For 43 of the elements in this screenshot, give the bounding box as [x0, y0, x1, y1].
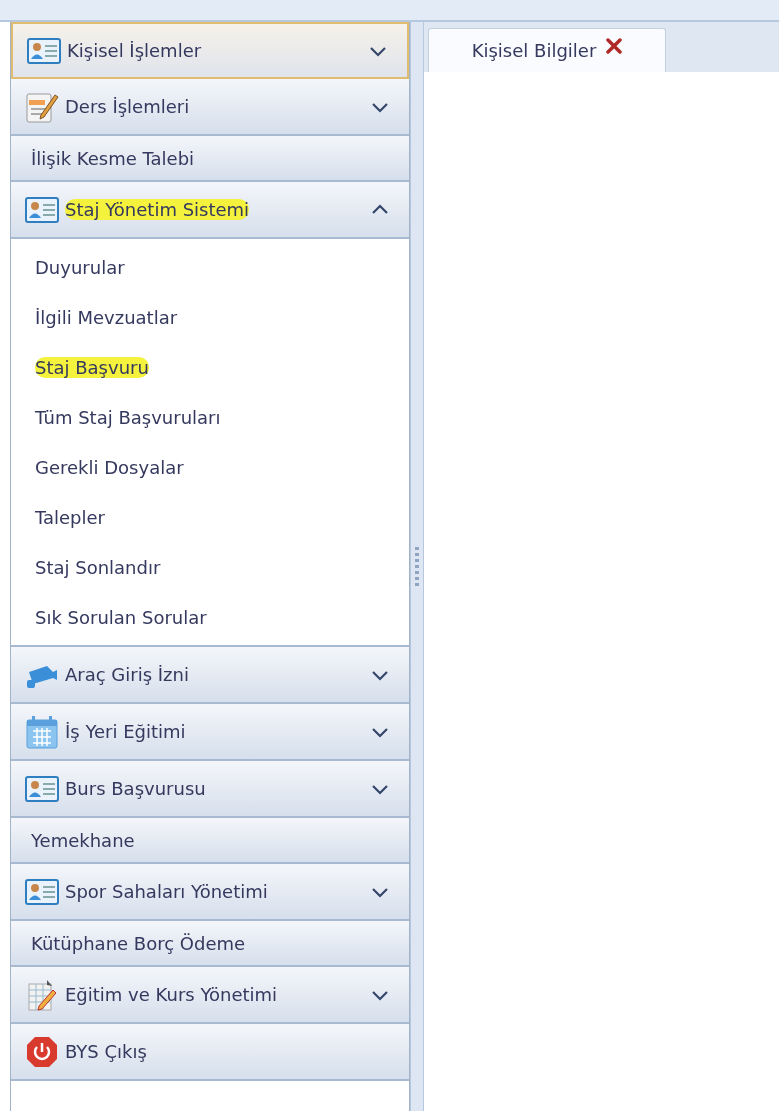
- menu-header-label: BYS Çıkış: [65, 1041, 147, 1062]
- menu-header[interactable]: Kişisel İşlemler: [11, 22, 409, 79]
- menu-header-label: Araç Giriş İzni: [65, 664, 189, 685]
- menu-header-label: Spor Sahaları Yönetimi: [65, 881, 268, 902]
- menu-header-label: Eğitim ve Kurs Yönetimi: [65, 984, 278, 1005]
- menu-header[interactable]: Burs Başvurusu: [11, 761, 409, 818]
- menu-header[interactable]: İş Yeri Eğitimi: [11, 704, 409, 761]
- submenu-item[interactable]: Sık Sorulan Sorular: [35, 606, 207, 628]
- menu-header-label: Yemekhane: [31, 829, 135, 851]
- calendar-icon: [25, 714, 59, 749]
- submenu-item[interactable]: Staj Sonlandır: [35, 556, 161, 578]
- id-card-icon: [25, 195, 59, 224]
- splitter-handle[interactable]: [410, 22, 424, 1111]
- notepad-pencil-icon: [25, 90, 59, 123]
- submenu-item[interactable]: Gerekli Dosyalar: [35, 456, 184, 478]
- power-icon: [25, 1034, 59, 1069]
- id-card-icon: [25, 774, 59, 803]
- menu-header-label: Staj Yönetim Sistemi: [65, 199, 250, 220]
- menu-header[interactable]: Araç Giriş İzni: [11, 647, 409, 704]
- menu-header[interactable]: İlişik Kesme Talebi: [11, 136, 409, 182]
- menu-header-label: Kişisel İşlemler: [67, 40, 202, 61]
- grip-icon: [415, 546, 419, 587]
- submenu-item[interactable]: İlgili Mevzuatlar: [35, 306, 178, 328]
- id-card-icon: [27, 36, 61, 65]
- submenu-item[interactable]: Staj Başvuru: [35, 356, 149, 378]
- menu-header[interactable]: Ders İşlemleri: [11, 79, 409, 136]
- menu-header[interactable]: BYS Çıkış: [11, 1024, 409, 1081]
- menu-header-label: Kütüphane Borç Ödeme: [31, 932, 246, 954]
- submenu-item[interactable]: Tüm Staj Başvuruları: [35, 406, 221, 428]
- close-icon[interactable]: [606, 37, 623, 54]
- menu-header[interactable]: Staj Yönetim Sistemi: [11, 182, 409, 239]
- menu-header-label: Burs Başvurusu: [65, 778, 206, 799]
- menu-header[interactable]: Kütüphane Borç Ödeme: [11, 921, 409, 967]
- menu-header-label: İş Yeri Eğitimi: [65, 721, 186, 742]
- menu-header[interactable]: Spor Sahaları Yönetimi: [11, 864, 409, 921]
- menu-header-label: Ders İşlemleri: [65, 96, 190, 117]
- submenu-item[interactable]: Talepler: [35, 506, 106, 528]
- menu-header-label: İlişik Kesme Talebi: [31, 147, 195, 169]
- submenu-item[interactable]: Duyurular: [35, 256, 125, 278]
- menu-header[interactable]: Yemekhane: [11, 818, 409, 864]
- tab[interactable]: Kişisel Bilgiler: [428, 28, 666, 72]
- id-card-icon: [25, 877, 59, 906]
- menu-header[interactable]: Eğitim ve Kurs Yönetimi: [11, 967, 409, 1024]
